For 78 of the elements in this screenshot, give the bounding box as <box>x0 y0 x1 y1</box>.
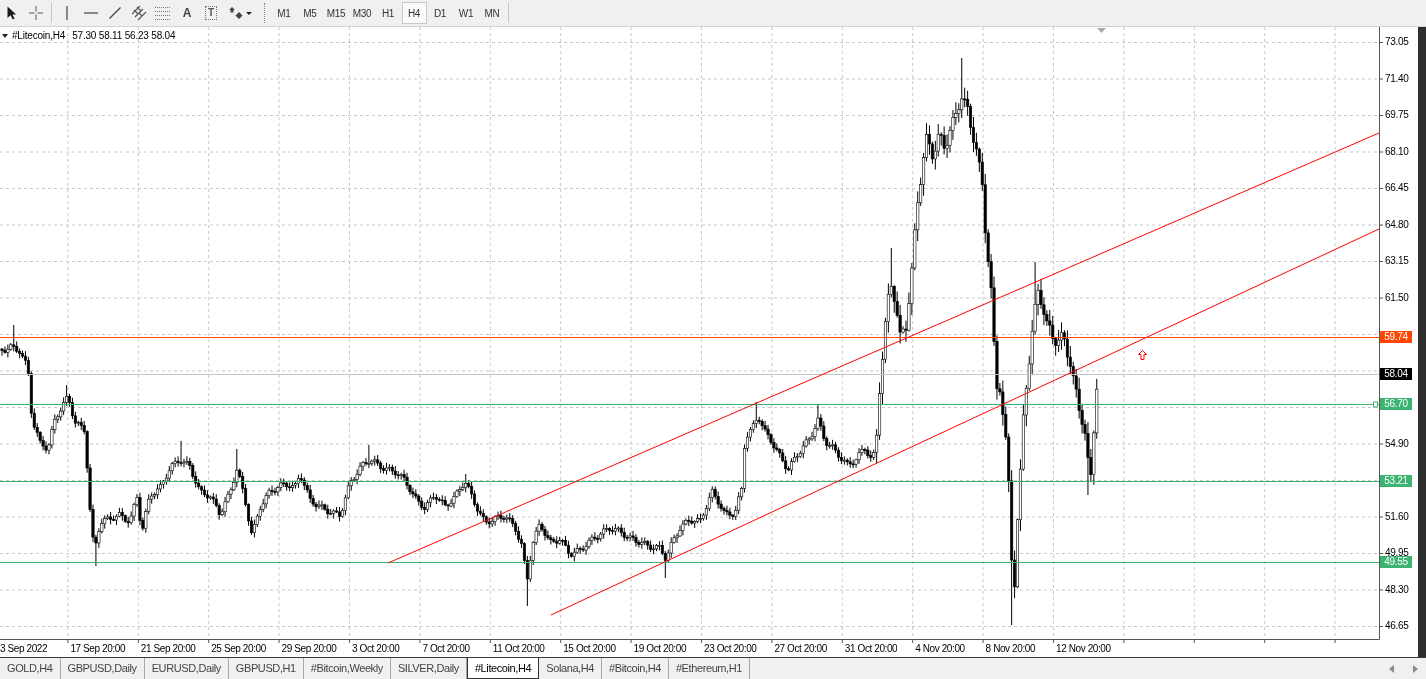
chart-tab[interactable]: #Ethereum,H1 <box>668 658 751 679</box>
timeframe-button[interactable]: M30 <box>349 2 375 24</box>
caret-icon <box>245 11 252 15</box>
timeframe-button[interactable]: D1 <box>427 2 453 24</box>
chart-tab[interactable]: GBPUSD,Daily <box>60 658 145 679</box>
trendline-tool-button[interactable] <box>107 5 123 21</box>
scroll-right-icon[interactable] <box>1413 664 1418 673</box>
time-axis-label: 21 Sep 20:00 <box>140 643 196 655</box>
price-badge: 58.04 <box>1380 368 1412 380</box>
price-badge: 56.70 <box>1380 398 1412 410</box>
price-axis-label: 46.65 <box>1385 620 1409 632</box>
chart-tab[interactable]: GBPUSD,H1 <box>228 658 304 679</box>
crosshair-tool-button[interactable] <box>27 4 45 22</box>
price-axis-label: 61.50 <box>1385 291 1409 304</box>
time-axis-label: 31 Oct 20:00 <box>844 643 898 655</box>
time-axis-label: 3 Oct 20:00 <box>352 643 400 655</box>
chart-tab[interactable]: SILVER,Daily <box>390 658 467 679</box>
price-axis-label: 64.80 <box>1385 218 1409 231</box>
time-axis-label: 8 Nov 20:00 <box>985 643 1036 655</box>
time-axis-label: 11 Oct 20:00 <box>492 643 545 655</box>
time-axis-label: 23 Oct 20:00 <box>704 643 757 655</box>
horizontal-line-icon <box>84 12 98 14</box>
scroll-left-icon[interactable] <box>1389 664 1394 673</box>
price-badge: 49.55 <box>1380 556 1412 568</box>
chart-tab[interactable]: Solana,H4 <box>539 658 603 679</box>
horizontal-line-tool-button[interactable] <box>82 10 100 16</box>
price-axis-label: 68.10 <box>1385 145 1409 158</box>
channel-tool-button[interactable] <box>129 3 149 23</box>
price-axis-label: 66.45 <box>1385 182 1409 194</box>
price-axis-label: 63.15 <box>1385 255 1409 267</box>
arrow-cursor-icon <box>7 6 17 20</box>
price-axis-label: 73.05 <box>1385 36 1409 48</box>
text-tool-button[interactable]: A <box>178 4 196 22</box>
fibonacci-tool-button[interactable] <box>153 4 173 22</box>
text-label-tool-button[interactable]: T <box>204 6 218 20</box>
chart-tab[interactable]: GOLD,H4 <box>0 658 61 679</box>
time-axis-label: 3 Sep 2022 <box>0 643 48 655</box>
triangle-marker-icon[interactable] <box>1097 28 1106 33</box>
timeframe-button[interactable]: W1 <box>453 2 479 24</box>
timeframe-button[interactable]: M1 <box>271 2 297 24</box>
chart-tab[interactable]: #Bitcoin,H4 <box>602 658 669 679</box>
chart-symbol-label: #Litecoin,H4 <box>12 30 66 42</box>
timeframe-button[interactable]: M15 <box>323 2 349 24</box>
channel-icon <box>131 5 147 21</box>
price-axis-label: 51.60 <box>1385 510 1409 523</box>
price-badge: 53.21 <box>1380 475 1412 487</box>
price-badge: 59.74 <box>1380 331 1412 343</box>
chart-tab[interactable]: #Litecoin,H4 <box>466 658 540 679</box>
time-axis-label: 25 Sep 20:00 <box>211 643 266 655</box>
timeframe-button[interactable]: H1 <box>375 2 401 24</box>
time-axis-label: 7 Oct 20:00 <box>422 643 470 655</box>
dotted-lines-icon <box>155 6 171 20</box>
price-axis-label: 54.90 <box>1385 437 1409 450</box>
time-axis-label: 17 Sep 20:00 <box>70 643 126 655</box>
chart-tab[interactable]: EURUSD,Daily <box>144 658 229 679</box>
timeframe-button[interactable]: H4 <box>401 2 427 24</box>
chart-tab[interactable]: #Bitcoin,Weekly <box>303 658 391 679</box>
price-axis-label: 49.95 <box>1385 547 1409 558</box>
crosshair-icon <box>29 6 43 20</box>
arrows-icon <box>228 7 243 19</box>
ohlc-values: 57.30 58.11 56.23 58.04 <box>72 30 176 42</box>
timeframe-button[interactable]: M5 <box>297 2 323 24</box>
time-axis-label: 12 Nov 20:00 <box>1056 643 1111 655</box>
diagonal-line-icon <box>109 7 121 19</box>
time-axis-label: 19 Oct 20:00 <box>633 643 687 655</box>
time-axis-label: 15 Oct 20:00 <box>563 643 616 655</box>
time-axis-label: 29 Sep 20:00 <box>281 643 337 655</box>
up-arrow-icon <box>1138 350 1147 360</box>
timeframe-button[interactable]: MN <box>479 2 505 24</box>
caret-icon[interactable] <box>2 34 8 38</box>
vertical-line-tool-button[interactable] <box>64 4 70 22</box>
price-axis-label: 69.75 <box>1385 109 1409 121</box>
time-axis-label: 4 Nov 20:00 <box>915 643 965 655</box>
price-axis-label: 48.30 <box>1385 583 1409 596</box>
price-axis-label: 71.40 <box>1385 72 1409 85</box>
vertical-line-icon <box>66 6 68 20</box>
line-handle-icon[interactable] <box>1373 401 1378 408</box>
time-axis-label: 27 Oct 20:00 <box>774 643 827 655</box>
